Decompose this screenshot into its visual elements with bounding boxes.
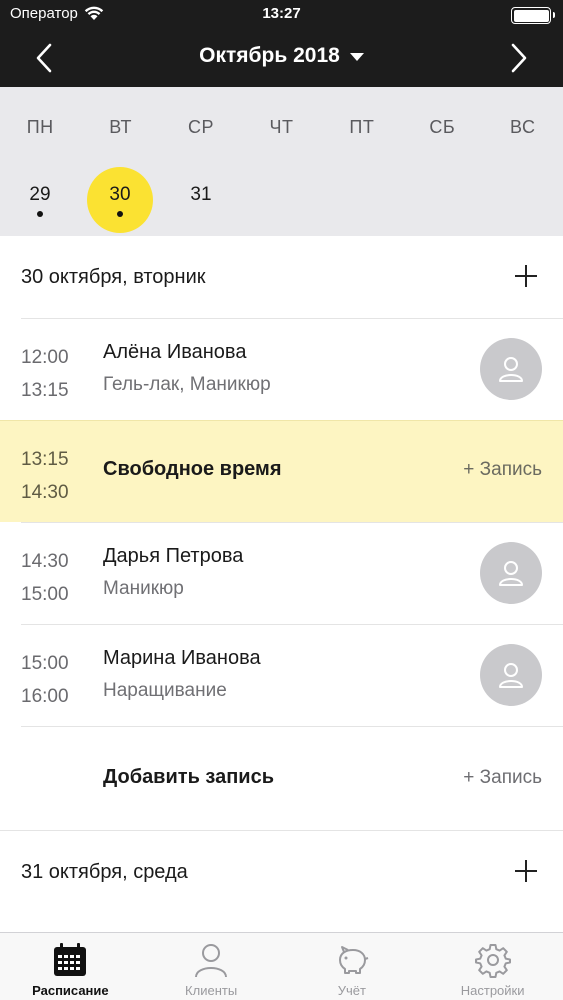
schedule-list: 30 октября, вторник 12:00 13:15 Алёна Ив… <box>0 236 563 914</box>
status-time: 13:27 <box>262 5 301 22</box>
add-icon[interactable] <box>513 858 539 884</box>
day-row: 29 30 31 <box>0 167 563 233</box>
month-picker[interactable]: Октябрь 2018 <box>0 44 563 68</box>
event-dot <box>117 210 123 217</box>
add-icon[interactable] <box>513 263 539 289</box>
book-slot-button[interactable]: + Запись <box>463 459 542 481</box>
day-cell-selected[interactable]: 30 <box>87 167 153 233</box>
avatar[interactable] <box>480 338 542 400</box>
add-appointment-button[interactable]: Добавить запись <box>103 766 274 789</box>
month-navigation: Октябрь 2018 <box>0 30 563 87</box>
tab-clients[interactable]: Клиенты <box>141 933 282 1000</box>
section-title: 31 октября, среда <box>21 861 188 883</box>
calendar-icon <box>54 943 87 976</box>
free-slot-row[interactable]: 13:15 14:30 Свободное время + Запись <box>0 420 563 522</box>
user-icon <box>499 663 523 688</box>
appointment-row[interactable]: 15:00 16:00 Марина Иванова Наращивание <box>21 624 563 726</box>
end-time: 15:00 <box>21 584 69 605</box>
start-time: 15:00 <box>21 653 69 674</box>
section-title: 30 октября, вторник <box>21 265 206 288</box>
weekday-label: ПТ <box>349 117 375 137</box>
weekday-row: ПН ВТ СР ЧТ ПТ СБ ВС <box>0 117 563 138</box>
client-name: Марина Иванова <box>103 647 261 669</box>
tab-label: Учёт <box>337 983 366 998</box>
day-number: 31 <box>190 183 212 205</box>
piggy-bank-icon <box>338 946 369 974</box>
tab-label: Настройки <box>460 983 525 998</box>
time-range: 12:00 13:15 <box>21 341 69 407</box>
tab-label: Клиенты <box>185 983 238 998</box>
service-name: Маникюр <box>103 578 184 599</box>
weekday-label: ПН <box>26 117 54 137</box>
time-range: 14:30 15:00 <box>21 545 69 611</box>
time-range: 13:15 14:30 <box>21 443 69 509</box>
weekday-label: СБ <box>429 117 456 137</box>
appointment-row[interactable]: 14:30 15:00 Дарья Петрова Маникюр <box>21 522 563 624</box>
user-icon <box>499 561 523 586</box>
user-icon <box>499 357 523 382</box>
battery-icon <box>511 7 555 24</box>
day-number: 29 <box>29 183 51 205</box>
service-name: Наращивание <box>103 680 227 701</box>
free-time-label: Свободное время <box>103 458 282 480</box>
start-time: 12:00 <box>21 347 69 368</box>
next-month-button[interactable] <box>499 38 539 78</box>
weekday-label: СР <box>188 117 215 137</box>
day-cell[interactable]: 31 <box>168 167 234 233</box>
app-header: Оператор 13:27 Октябрь 2018 <box>0 0 563 87</box>
caret-down-icon <box>349 53 364 61</box>
end-time: 14:30 <box>21 482 69 503</box>
add-appointment-row[interactable]: Добавить запись + Запись <box>21 726 563 830</box>
appointment-row[interactable]: 12:00 13:15 Алёна Иванова Гель-лак, Мани… <box>21 318 563 420</box>
status-bar: Оператор 13:27 <box>0 0 563 30</box>
day-section-header: 31 октября, среда <box>0 830 563 914</box>
service-name: Гель-лак, Маникюр <box>103 374 271 395</box>
day-cell[interactable]: 29 <box>7 167 73 233</box>
gear-icon <box>474 944 511 978</box>
client-name: Дарья Петрова <box>103 545 244 567</box>
day-number: 30 <box>109 183 131 205</box>
end-time: 13:15 <box>21 380 69 401</box>
tab-schedule[interactable]: Расписание <box>0 933 141 1000</box>
weekday-label: ВТ <box>109 117 133 137</box>
time-range: 15:00 16:00 <box>21 647 69 713</box>
tab-label: Расписание <box>32 983 109 998</box>
tab-bar: Расписание Клиенты Учёт Настройки <box>0 932 563 1000</box>
person-icon <box>195 944 228 978</box>
client-name: Алёна Иванова <box>103 341 247 363</box>
day-section-header: 30 октября, вторник <box>0 236 563 318</box>
avatar[interactable] <box>480 542 542 604</box>
month-title: Октябрь 2018 <box>199 44 340 67</box>
start-time: 14:30 <box>21 551 69 572</box>
week-calendar: ПН ВТ СР ЧТ ПТ СБ ВС 29 30 31 <box>0 87 563 236</box>
weekday-label: ВС <box>510 117 536 137</box>
weekday-label: ЧТ <box>269 117 294 137</box>
end-time: 16:00 <box>21 686 69 707</box>
event-dot <box>37 210 43 217</box>
add-record-link[interactable]: + Запись <box>463 767 542 789</box>
avatar[interactable] <box>480 644 542 706</box>
start-time: 13:15 <box>21 449 69 470</box>
tab-accounting[interactable]: Учёт <box>282 933 423 1000</box>
chevron-right-icon <box>511 43 527 73</box>
tab-settings[interactable]: Настройки <box>422 933 563 1000</box>
